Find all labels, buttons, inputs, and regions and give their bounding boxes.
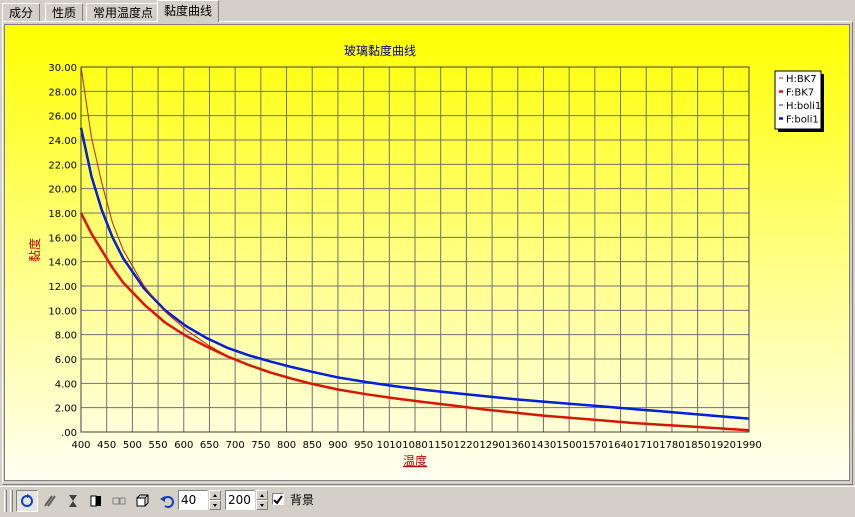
- legend-entry: H:boli1: [786, 101, 821, 112]
- y-tick-label: 10.00: [48, 306, 77, 317]
- zoom-button[interactable]: [62, 490, 84, 512]
- x-tick-label: 600: [174, 440, 193, 451]
- legend-entry: H:BK7: [786, 74, 817, 85]
- x-tick-label: 550: [149, 440, 168, 451]
- hourglass-icon: [69, 495, 77, 507]
- viscosity-chart: 400 450 500 550 600 650 700 750 800 850 900 950 1010…: [27, 43, 824, 468]
- chart-toolbar: 背景: [0, 486, 855, 517]
- y-tick-label: 26.00: [48, 112, 77, 123]
- chart-legend: H:BK7 F:BK7 H:boli1 F:boli1: [774, 70, 824, 132]
- x-tick-label: 500: [123, 440, 142, 451]
- rotation-value-input[interactable]: [178, 490, 208, 510]
- x-tick-label: 900: [328, 440, 347, 451]
- y-tick-label: .00: [61, 428, 77, 439]
- copy-button[interactable]: [108, 490, 130, 512]
- x-tick-label: 800: [277, 440, 296, 451]
- x-tick-label: 700: [226, 440, 245, 451]
- undo-button[interactable]: [156, 490, 178, 512]
- y-tick-label: 12.00: [48, 282, 77, 293]
- y-tick-label: 20.00: [48, 185, 77, 196]
- y-tick-label: 28.00: [48, 87, 77, 98]
- gradient-button[interactable]: [85, 490, 107, 512]
- checkmark-icon: [273, 495, 283, 505]
- legend-entry: F:boli1: [786, 115, 819, 126]
- y-tick-label: 8.00: [55, 331, 77, 342]
- tab-viscosity-curve[interactable]: 黏度曲线: [157, 0, 220, 22]
- elevation-value-input[interactable]: [225, 490, 255, 510]
- y-tick-label: 18.00: [48, 209, 77, 220]
- legend-entry: F:BK7: [786, 88, 814, 99]
- x-tick-label: 1780: [659, 440, 684, 451]
- y-tick-label: 24.00: [48, 136, 77, 147]
- y-tick-label: 4.00: [55, 379, 77, 390]
- x-axis-label: 温度: [403, 453, 427, 468]
- x-tick-label: 1290: [479, 440, 504, 451]
- chart-axes: 400 450 500 550 600 650 700 750 800 850 900 950 1010…: [48, 63, 761, 451]
- x-tick-label: 650: [200, 440, 219, 451]
- x-tick-label: 1430: [531, 440, 556, 451]
- x-tick-label: 1710: [634, 440, 659, 451]
- x-tick-label: 950: [354, 440, 373, 451]
- x-tick-label: 850: [303, 440, 322, 451]
- rotate-button[interactable]: [16, 490, 38, 512]
- rotation-spinner[interactable]: [209, 490, 221, 510]
- x-tick-label: 1010: [377, 440, 402, 451]
- background-checkbox[interactable]: [272, 493, 284, 505]
- y-tick-label: 16.00: [48, 233, 77, 244]
- toolbar-grip: [4, 490, 7, 512]
- x-tick-label: 1220: [454, 440, 479, 451]
- background-label: 背景: [290, 493, 315, 507]
- copy-icon: [112, 497, 126, 505]
- x-tick-label: 1920: [711, 440, 736, 451]
- x-tick-label: 1500: [556, 440, 581, 451]
- tab-properties[interactable]: 性质: [45, 3, 84, 21]
- chart-grid: [80, 66, 750, 433]
- y-tick-label: 2.00: [55, 404, 77, 415]
- 3d-button[interactable]: [131, 490, 153, 512]
- x-tick-label: 1150: [428, 440, 453, 451]
- gradient-icon: [90, 495, 101, 507]
- rotate-icon: [21, 494, 33, 507]
- x-tick-label: 450: [97, 440, 116, 451]
- move-button[interactable]: [39, 490, 61, 512]
- y-tick-label: 14.00: [48, 258, 77, 269]
- x-tick-label: 750: [251, 440, 270, 451]
- x-tick-label: 400: [71, 440, 90, 451]
- toolbar-grip: [10, 490, 13, 512]
- tab-common-temperatures[interactable]: 常用温度点: [86, 3, 161, 21]
- undo-icon: [160, 496, 174, 508]
- chart-title: 玻璃黏度曲线: [344, 43, 416, 58]
- move-icon: [44, 495, 56, 507]
- x-tick-label: 1640: [608, 440, 633, 451]
- y-axis-label: 黏度: [27, 238, 42, 262]
- x-tick-label: 1080: [402, 440, 427, 451]
- chart-area: 400 450 500 550 600 650 700 750 800 850 900 950 1010…: [4, 24, 850, 481]
- tab-bar: 成分 性质 常用温度点 黏度曲线: [0, 0, 855, 22]
- x-tick-label: 1850: [685, 440, 710, 451]
- x-tick-label: 1990: [736, 440, 761, 451]
- y-tick-label: 22.00: [48, 160, 77, 171]
- y-tick-label: 30.00: [48, 63, 77, 74]
- 3d-box-icon: [136, 494, 149, 507]
- elevation-spinner[interactable]: [256, 490, 268, 510]
- x-tick-label: 1570: [582, 440, 607, 451]
- y-tick-label: 6.00: [55, 355, 77, 366]
- x-tick-label: 1360: [505, 440, 530, 451]
- tab-composition[interactable]: 成分: [2, 3, 41, 21]
